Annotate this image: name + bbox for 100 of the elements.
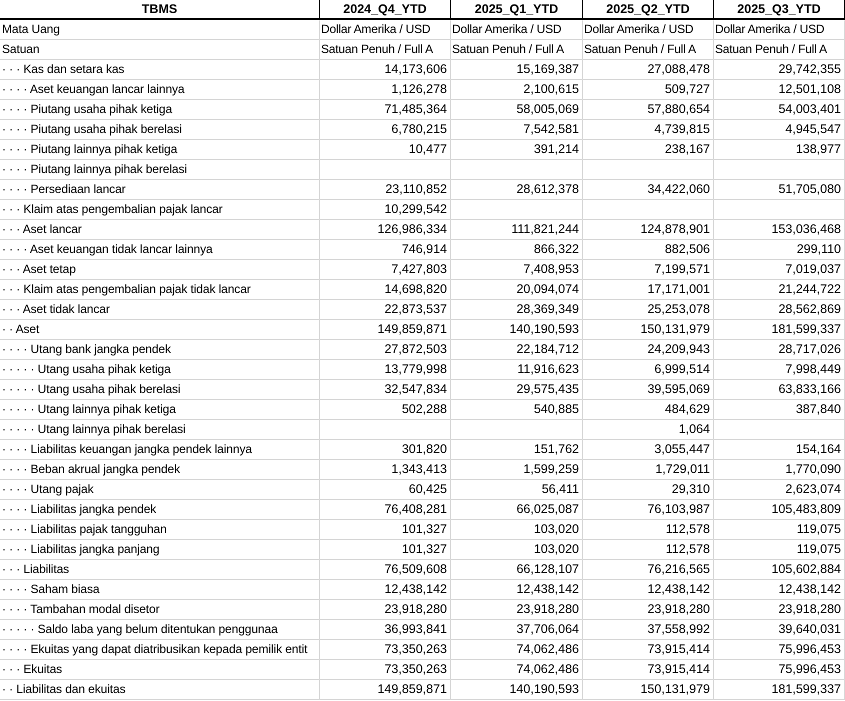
table-cell: 13,779,998: [320, 360, 451, 379]
table-cell: 75,996,453: [714, 640, 845, 659]
row-label: · · · · Utang bank jangka pendek: [0, 340, 320, 359]
row-label: · · · Aset tidak lancar: [0, 300, 320, 319]
table-cell: 76,509,608: [320, 560, 451, 579]
table-cell: 51,705,080: [714, 180, 845, 199]
table-cell: 29,742,355: [714, 60, 845, 79]
table-cell: 6,780,215: [320, 120, 451, 139]
table-cell: 20,094,074: [451, 280, 583, 299]
column-header: 2025_Q2_YTD: [583, 0, 714, 18]
row-label: · · · Aset tetap: [0, 260, 320, 279]
row-label: · · · · Beban akrual jangka pendek: [0, 460, 320, 479]
row-label: · · · Kas dan setara kas: [0, 60, 320, 79]
row-label: · · · · Liabilitas jangka panjang: [0, 540, 320, 559]
table-cell: 151,762: [451, 440, 583, 459]
table-cell: 29,575,435: [451, 380, 583, 399]
row-label: · · · · Tambahan modal disetor: [0, 600, 320, 619]
table-cell: 1,126,278: [320, 80, 451, 99]
row-label: · · · · Liabilitas keuangan jangka pendek lainnya: [0, 440, 320, 459]
table-cell: 17,171,001: [583, 280, 714, 299]
table-cell: 2,100,615: [451, 80, 583, 99]
table-cell: 1,599,259: [451, 460, 583, 479]
table-cell: 4,739,815: [583, 120, 714, 139]
table-cell: 23,918,280: [714, 600, 845, 619]
row-label: · · · · · Utang lainnya pihak ketiga: [0, 400, 320, 419]
table-cell: 36,993,841: [320, 620, 451, 639]
row-label: · · · Klaim atas pengembalian pajak lancar: [0, 200, 320, 219]
table-cell: 14,173,606: [320, 60, 451, 79]
table-cell: 299,110: [714, 240, 845, 259]
row-label: · · · · · Saldo laba yang belum ditentukan penggunaa: [0, 620, 320, 639]
table-cell: 75,996,453: [714, 660, 845, 679]
table-cell: 7,998,449: [714, 360, 845, 379]
table-cell: 28,562,869: [714, 300, 845, 319]
row-label: · · · · Piutang usaha pihak berelasi: [0, 120, 320, 139]
table-cell: 63,833,166: [714, 380, 845, 399]
row-label: · · · Ekuitas: [0, 660, 320, 679]
table-cell: 12,438,142: [583, 580, 714, 599]
table-cell: 301,820: [320, 440, 451, 459]
table-cell: 484,629: [583, 400, 714, 419]
table-cell: 56,411: [451, 480, 583, 499]
column-header: 2025_Q1_YTD: [451, 0, 583, 18]
table-cell: 238,167: [583, 140, 714, 159]
table-cell: 76,103,987: [583, 500, 714, 519]
table-cell: 101,327: [320, 540, 451, 559]
table-cell: 119,075: [714, 520, 845, 539]
table-cell: Dollar Amerika / USD: [583, 20, 714, 39]
table-cell: 73,350,263: [320, 660, 451, 679]
table-cell: 73,350,263: [320, 640, 451, 659]
table-cell: 140,190,593: [451, 680, 583, 699]
table-cell: Satuan Penuh / Full A: [714, 40, 845, 59]
table-cell: 540,885: [451, 400, 583, 419]
table-cell: 23,918,280: [451, 600, 583, 619]
table-cell: 10,299,542: [320, 200, 451, 219]
table-cell: 103,020: [451, 520, 583, 539]
table-cell: 140,190,593: [451, 320, 583, 339]
column-header: 2025_Q3_YTD: [714, 0, 845, 18]
table-cell: 4,945,547: [714, 120, 845, 139]
table-cell: 23,918,280: [320, 600, 451, 619]
table-cell: Satuan Penuh / Full A: [320, 40, 451, 59]
row-label: · · · · Persediaan lancar: [0, 180, 320, 199]
table-cell: 74,062,486: [451, 640, 583, 659]
table-cell: 12,501,108: [714, 80, 845, 99]
row-label: Mata Uang: [0, 20, 320, 39]
table-cell: 7,427,803: [320, 260, 451, 279]
table-cell: 103,020: [451, 540, 583, 559]
row-label: · · · · Piutang lainnya pihak ketiga: [0, 140, 320, 159]
table-cell: 119,075: [714, 540, 845, 559]
table-cell: 73,915,414: [583, 660, 714, 679]
row-label: · · · · · Utang lainnya pihak berelasi: [0, 420, 320, 439]
table-cell: 28,612,378: [451, 180, 583, 199]
table-cell: 124,878,901: [583, 220, 714, 239]
table-cell: Dollar Amerika / USD: [714, 20, 845, 39]
table-cell: 57,880,654: [583, 100, 714, 119]
table-cell: 39,595,069: [583, 380, 714, 399]
table-cell: 7,542,581: [451, 120, 583, 139]
table-cell: 153,036,468: [714, 220, 845, 239]
table-cell: 28,717,026: [714, 340, 845, 359]
table-cell: 76,408,281: [320, 500, 451, 519]
table-cell: 1,770,090: [714, 460, 845, 479]
table-cell: 7,408,953: [451, 260, 583, 279]
table-cell: 105,483,809: [714, 500, 845, 519]
row-label: Satuan: [0, 40, 320, 59]
table-cell: 1,729,011: [583, 460, 714, 479]
table-cell: 101,327: [320, 520, 451, 539]
table-cell: 150,131,979: [583, 320, 714, 339]
table-cell: 3,055,447: [583, 440, 714, 459]
table-cell: 112,578: [583, 520, 714, 539]
table-cell: 29,310: [583, 480, 714, 499]
table-cell: 27,872,503: [320, 340, 451, 359]
table-cell: 149,859,871: [320, 680, 451, 699]
table-cell: 15,169,387: [451, 60, 583, 79]
table-cell: 882,506: [583, 240, 714, 259]
table-cell: 76,216,565: [583, 560, 714, 579]
table-cell: 54,003,401: [714, 100, 845, 119]
table-cell: 34,422,060: [583, 180, 714, 199]
table-cell: 66,128,107: [451, 560, 583, 579]
table-cell: 112,578: [583, 540, 714, 559]
table-cell: 22,184,712: [451, 340, 583, 359]
table-cell: 10,477: [320, 140, 451, 159]
row-label: · · · · Aset keuangan tidak lancar lainnya: [0, 240, 320, 259]
